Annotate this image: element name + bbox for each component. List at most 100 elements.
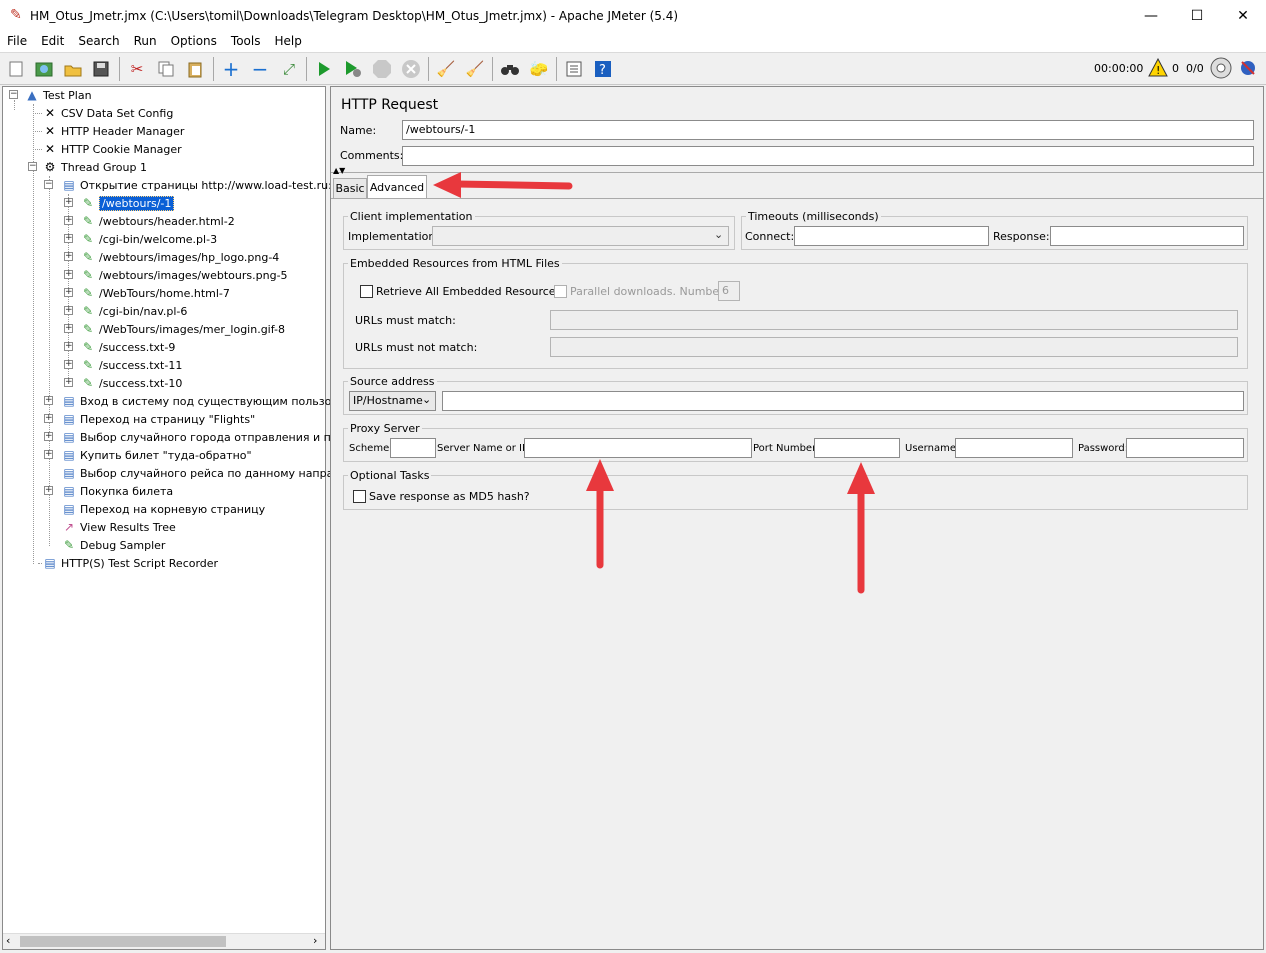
parallel-downloads-checkbox[interactable] xyxy=(554,285,567,298)
menu-options[interactable]: Options xyxy=(164,32,224,52)
split-toggle-icon[interactable]: ▲▼ xyxy=(333,166,345,175)
proxy-username-input[interactable] xyxy=(955,438,1073,458)
tree-item-debug[interactable]: ✎ Debug Sampler xyxy=(61,536,165,554)
tree-item-sampler[interactable]: ✎ /WebTours/home.html-7 xyxy=(80,284,230,302)
tree-item-thread-group[interactable]: ⚙ Thread Group 1 xyxy=(42,158,147,176)
expand-toggle[interactable]: + xyxy=(44,486,53,495)
minimize-button[interactable]: — xyxy=(1128,0,1174,32)
tree-item-test-plan[interactable]: ▲ Test Plan xyxy=(24,86,91,104)
new-icon[interactable] xyxy=(5,58,27,80)
menu-run[interactable]: Run xyxy=(127,32,164,52)
shutdown-icon[interactable] xyxy=(400,58,422,80)
tree-item-header-manager[interactable]: ✕ HTTP Header Manager xyxy=(42,122,184,140)
tree-item-sampler[interactable]: ✎ /webtours/-1 xyxy=(80,194,175,212)
function-helper-icon[interactable] xyxy=(563,58,585,80)
urls-must-match-input[interactable] xyxy=(550,310,1238,330)
stop-icon[interactable] xyxy=(371,58,393,80)
tree-item-transaction[interactable]: ▤ Открытие страницы http://www.load-test… xyxy=(61,176,353,194)
response-timeout-input[interactable] xyxy=(1050,226,1244,246)
cut-icon[interactable]: ✂ xyxy=(126,58,148,80)
menu-help[interactable]: Help xyxy=(267,32,308,52)
toggle-icon[interactable]: ⤢ xyxy=(278,58,300,80)
start-no-pauses-icon[interactable] xyxy=(342,58,364,80)
expand-toggle[interactable]: + xyxy=(64,360,73,369)
menu-edit[interactable]: Edit xyxy=(34,32,71,52)
expand-toggle[interactable]: + xyxy=(64,216,73,225)
proxy-scheme-input[interactable] xyxy=(390,438,436,458)
expand-toggle[interactable]: + xyxy=(64,324,73,333)
expand-all-icon[interactable]: + xyxy=(220,57,242,81)
expand-toggle[interactable]: + xyxy=(64,342,73,351)
collapse-toggle[interactable]: − xyxy=(28,162,37,171)
reset-search-icon[interactable]: 🧽 xyxy=(528,58,550,80)
retrieve-embedded-checkbox[interactable] xyxy=(360,285,373,298)
log-viewer-icon[interactable] xyxy=(1238,58,1258,81)
tree-item-sampler[interactable]: ✎ /webtours/images/hp_logo.png-4 xyxy=(80,248,279,266)
expand-toggle[interactable]: + xyxy=(64,306,73,315)
help-icon[interactable]: ? xyxy=(592,58,614,80)
expand-toggle[interactable]: + xyxy=(64,288,73,297)
warning-icon[interactable]: ! xyxy=(1148,57,1168,80)
urls-must-not-match-input[interactable] xyxy=(550,337,1238,357)
start-icon[interactable] xyxy=(313,58,335,80)
scroll-right-icon[interactable]: › xyxy=(313,934,317,947)
parallel-number-input[interactable]: 6 xyxy=(718,281,740,301)
clear-all-icon[interactable]: 🧹 xyxy=(464,58,486,80)
expand-toggle[interactable]: + xyxy=(64,234,73,243)
tree-item-recorder[interactable]: ▤ HTTP(S) Test Script Recorder xyxy=(42,554,218,572)
paste-icon[interactable] xyxy=(184,58,206,80)
tree-item-sampler[interactable]: ✎ /cgi-bin/welcome.pl-3 xyxy=(80,230,217,248)
tree-item-sampler[interactable]: ✎ /WebTours/images/mer_login.gif-8 xyxy=(80,320,285,338)
templates-icon[interactable] xyxy=(33,58,55,80)
implementation-select[interactable] xyxy=(432,226,729,246)
expand-toggle[interactable]: + xyxy=(64,378,73,387)
clear-icon[interactable]: 🧹 xyxy=(435,58,457,80)
collapse-all-icon[interactable]: − xyxy=(249,57,271,81)
tab-basic[interactable]: Basic xyxy=(333,178,367,198)
tree-item-sampler[interactable]: ✎ /success.txt-11 xyxy=(80,356,182,374)
tree-item-transaction[interactable]: ▤ Вход в систему под существующим пользо… xyxy=(61,392,357,410)
tree-item-sampler[interactable]: ✎ /webtours/images/webtours.png-5 xyxy=(80,266,288,284)
maximize-button[interactable]: ☐ xyxy=(1174,0,1220,32)
source-address-input[interactable] xyxy=(442,391,1244,411)
expand-toggle[interactable]: + xyxy=(44,450,53,459)
expand-toggle[interactable]: + xyxy=(64,198,73,207)
connect-timeout-input[interactable] xyxy=(794,226,989,246)
collapse-toggle[interactable]: − xyxy=(44,180,53,189)
name-input[interactable]: /webtours/-1 xyxy=(402,120,1254,140)
tree-item-transaction[interactable]: ▤ Переход на корневую страницу xyxy=(61,500,265,518)
tree-item-sampler[interactable]: ✎ /success.txt-10 xyxy=(80,374,182,392)
scrollbar-thumb[interactable] xyxy=(20,936,226,947)
expand-toggle[interactable]: + xyxy=(44,414,53,423)
tree-item-sampler[interactable]: ✎ /success.txt-9 xyxy=(80,338,175,356)
tree-item-cookie-manager[interactable]: ✕ HTTP Cookie Manager xyxy=(42,140,182,158)
collapse-toggle[interactable]: − xyxy=(9,90,18,99)
tree-item-sampler[interactable]: ✎ /webtours/header.html-2 xyxy=(80,212,235,230)
menu-search[interactable]: Search xyxy=(71,32,126,52)
save-icon[interactable] xyxy=(90,58,112,80)
copy-icon[interactable] xyxy=(155,58,177,80)
proxy-port-input[interactable] xyxy=(814,438,900,458)
expand-toggle[interactable]: + xyxy=(44,396,53,405)
proxy-password-input[interactable] xyxy=(1126,438,1244,458)
search-icon[interactable] xyxy=(499,58,521,80)
tree-item-csv-config[interactable]: ✕ CSV Data Set Config xyxy=(42,104,173,122)
comments-input[interactable] xyxy=(402,146,1254,166)
tree-item-transaction[interactable]: ▤ Купить билет "туда-обратно" xyxy=(61,446,251,464)
tab-advanced[interactable]: Advanced xyxy=(367,175,427,198)
expand-toggle[interactable]: + xyxy=(64,270,73,279)
menu-tools[interactable]: Tools xyxy=(224,32,268,52)
expand-toggle[interactable]: + xyxy=(64,252,73,261)
proxy-server-input[interactable] xyxy=(524,438,752,458)
tree-item-transaction[interactable]: ▤ Покупка билета xyxy=(61,482,173,500)
md5-hash-checkbox[interactable] xyxy=(353,490,366,503)
close-button[interactable]: ✕ xyxy=(1220,0,1266,32)
scroll-left-icon[interactable]: ‹ xyxy=(6,934,10,947)
expand-toggle[interactable]: + xyxy=(44,432,53,441)
tree-item-sampler[interactable]: ✎ /cgi-bin/nav.pl-6 xyxy=(80,302,187,320)
tree-item-transaction[interactable]: ▤ Выбор случайного города отправления и … xyxy=(61,428,358,446)
open-icon[interactable] xyxy=(62,58,84,80)
menu-file[interactable]: File xyxy=(0,32,34,52)
tree-item-view-results[interactable]: ↗ View Results Tree xyxy=(61,518,176,536)
tree-item-transaction[interactable]: ▤ Выбор случайного рейса по данному напр… xyxy=(61,464,361,482)
